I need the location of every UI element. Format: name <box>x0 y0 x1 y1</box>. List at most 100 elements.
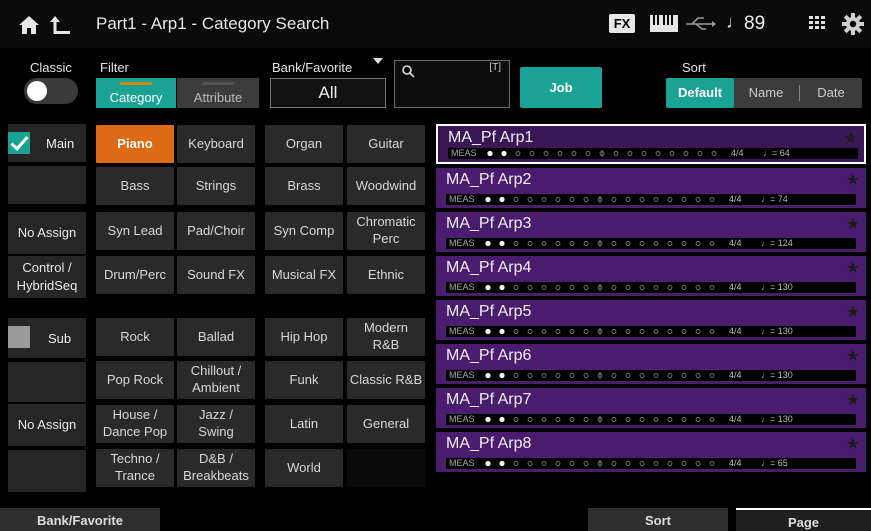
sort-button[interactable]: Sort <box>588 508 728 531</box>
category-button[interactable]: Guitar <box>347 125 425 163</box>
category-button[interactable]: Syn Comp <box>265 212 343 250</box>
category-button[interactable]: Brass <box>265 167 343 205</box>
tab-attribute-label: Attribute <box>193 90 243 105</box>
category-button[interactable]: Techno / Trance <box>96 449 174 487</box>
page-title: Part1 - Arp1 - Category Search <box>96 14 330 33</box>
search-input[interactable]: [T] <box>394 60 510 108</box>
time-signature: 4/4 <box>729 238 742 248</box>
main-checkbox[interactable] <box>8 132 30 154</box>
keyboard-icon <box>650 15 678 32</box>
job-button[interactable]: Job <box>520 67 602 108</box>
time-signature: 4/4 <box>731 148 744 158</box>
category-button[interactable]: Jazz / Swing <box>177 405 255 443</box>
sort-date-button[interactable]: Date <box>800 78 862 108</box>
measure-bar: MEAS 4/4 ♩= 130 <box>446 414 856 425</box>
category-button[interactable]: D&B / Breakbeats <box>177 449 255 487</box>
category-button[interactable]: Classic R&B <box>347 361 425 399</box>
category-button[interactable]: Chillout / Ambient <box>177 361 255 399</box>
meas-label: MEAS <box>449 238 475 248</box>
category-button[interactable]: Chromatic Perc <box>347 212 425 250</box>
result-item[interactable]: MA_Pf Arp8 ★ MEAS 4/4 ♩= 65 <box>436 432 866 472</box>
gear-icon[interactable] <box>842 13 864 35</box>
star-icon[interactable]: ★ <box>844 128 858 148</box>
result-tempo: ♩= 65 <box>761 458 788 468</box>
category-button[interactable]: Funk <box>265 361 343 399</box>
time-signature: 4/4 <box>729 194 742 204</box>
grid-icon[interactable] <box>809 16 825 30</box>
sort-default-button[interactable]: Default <box>666 78 734 108</box>
category-button[interactable]: Keyboard <box>177 125 255 163</box>
fx-indicator[interactable]: FX <box>609 14 635 33</box>
result-item[interactable]: MA_Pf Arp2 ★ MEAS 4/4 ♩= 74 <box>436 168 866 208</box>
home-icon[interactable] <box>18 14 40 36</box>
category-button[interactable]: Pop Rock <box>96 361 174 399</box>
result-name: MA_Pf Arp7 <box>446 391 532 408</box>
result-tempo: ♩= 124 <box>761 238 793 248</box>
left-empty-1 <box>8 166 86 204</box>
control-hybridseq[interactable]: Control / HybridSeq <box>8 256 86 298</box>
result-item[interactable]: MA_Pf Arp3 ★ MEAS 4/4 ♩= 124 <box>436 212 866 252</box>
category-button[interactable]: World <box>265 449 343 487</box>
category-button[interactable]: Modern R&B <box>347 318 425 356</box>
star-icon[interactable]: ★ <box>846 214 860 234</box>
up-arrow-icon[interactable] <box>50 14 72 36</box>
time-signature: 4/4 <box>729 458 742 468</box>
no-assign-main[interactable]: No Assign <box>8 212 86 254</box>
category-button[interactable]: General <box>347 405 425 443</box>
measure-dots-icon <box>485 416 715 423</box>
result-item[interactable]: MA_Pf Arp7 ★ MEAS 4/4 ♩= 130 <box>436 388 866 428</box>
meas-label: MEAS <box>449 414 475 424</box>
category-button[interactable]: Piano <box>96 125 174 163</box>
category-button[interactable]: Ballad <box>177 318 255 356</box>
category-button[interactable]: Hip Hop <box>265 318 343 356</box>
page-button[interactable]: Page <box>736 508 871 531</box>
category-button[interactable]: Ethnic <box>347 256 425 294</box>
keyboard-hint: [T] <box>489 62 501 73</box>
tab-indicator <box>202 82 234 85</box>
star-icon[interactable]: ★ <box>846 258 860 278</box>
result-item[interactable]: MA_Pf Arp5 ★ MEAS 4/4 ♩= 130 <box>436 300 866 340</box>
category-button[interactable]: Bass <box>96 167 174 205</box>
category-button[interactable]: Syn Lead <box>96 212 174 250</box>
star-icon[interactable]: ★ <box>846 434 860 454</box>
measure-dots-icon <box>485 372 715 379</box>
category-button[interactable]: Woodwind <box>347 167 425 205</box>
bank-favorite-button[interactable]: Bank/Favorite <box>0 508 160 531</box>
tempo-value[interactable]: 89 <box>744 13 765 35</box>
category-button[interactable]: Rock <box>96 318 174 356</box>
category-button[interactable]: Pad/Choir <box>177 212 255 250</box>
measure-dots-icon <box>487 150 717 157</box>
result-item[interactable]: MA_Pf Arp4 ★ MEAS 4/4 ♩= 130 <box>436 256 866 296</box>
category-button[interactable]: Organ <box>265 125 343 163</box>
sub-checkbox[interactable] <box>8 326 30 348</box>
time-signature: 4/4 <box>729 326 742 336</box>
measure-bar: MEAS 4/4 ♩= 124 <box>446 238 856 249</box>
toggle-knob <box>27 81 47 101</box>
result-item[interactable]: MA_Pf Arp1 ★ MEAS 4/4 ♩= 64 <box>436 124 866 164</box>
result-tempo: ♩= 64 <box>763 148 790 158</box>
tab-attribute[interactable]: Attribute <box>177 78 259 108</box>
measure-bar: MEAS 4/4 ♩= 130 <box>446 370 856 381</box>
category-button[interactable]: House / Dance Pop <box>96 405 174 443</box>
bank-favorite-select[interactable]: All <box>270 78 386 108</box>
category-button[interactable]: Drum/Perc <box>96 256 174 294</box>
sort-name-button[interactable]: Name <box>734 78 798 108</box>
star-icon[interactable]: ★ <box>846 346 860 366</box>
meas-label: MEAS <box>449 194 475 204</box>
chevron-down-icon[interactable] <box>373 58 383 64</box>
measure-dots-icon <box>485 328 715 335</box>
star-icon[interactable]: ★ <box>846 170 860 190</box>
classic-toggle[interactable] <box>24 78 78 104</box>
star-icon[interactable]: ★ <box>846 302 860 322</box>
category-button[interactable]: Musical FX <box>265 256 343 294</box>
star-icon[interactable]: ★ <box>846 390 860 410</box>
category-button[interactable]: Strings <box>177 167 255 205</box>
result-name: MA_Pf Arp1 <box>448 129 534 146</box>
category-button[interactable]: Latin <box>265 405 343 443</box>
no-assign-sub[interactable]: No Assign <box>8 404 86 446</box>
measure-dots-icon <box>485 240 715 247</box>
tab-category[interactable]: Category <box>96 78 176 108</box>
category-button[interactable]: Sound FX <box>177 256 255 294</box>
left-empty-3 <box>8 450 86 492</box>
result-item[interactable]: MA_Pf Arp6 ★ MEAS 4/4 ♩= 130 <box>436 344 866 384</box>
